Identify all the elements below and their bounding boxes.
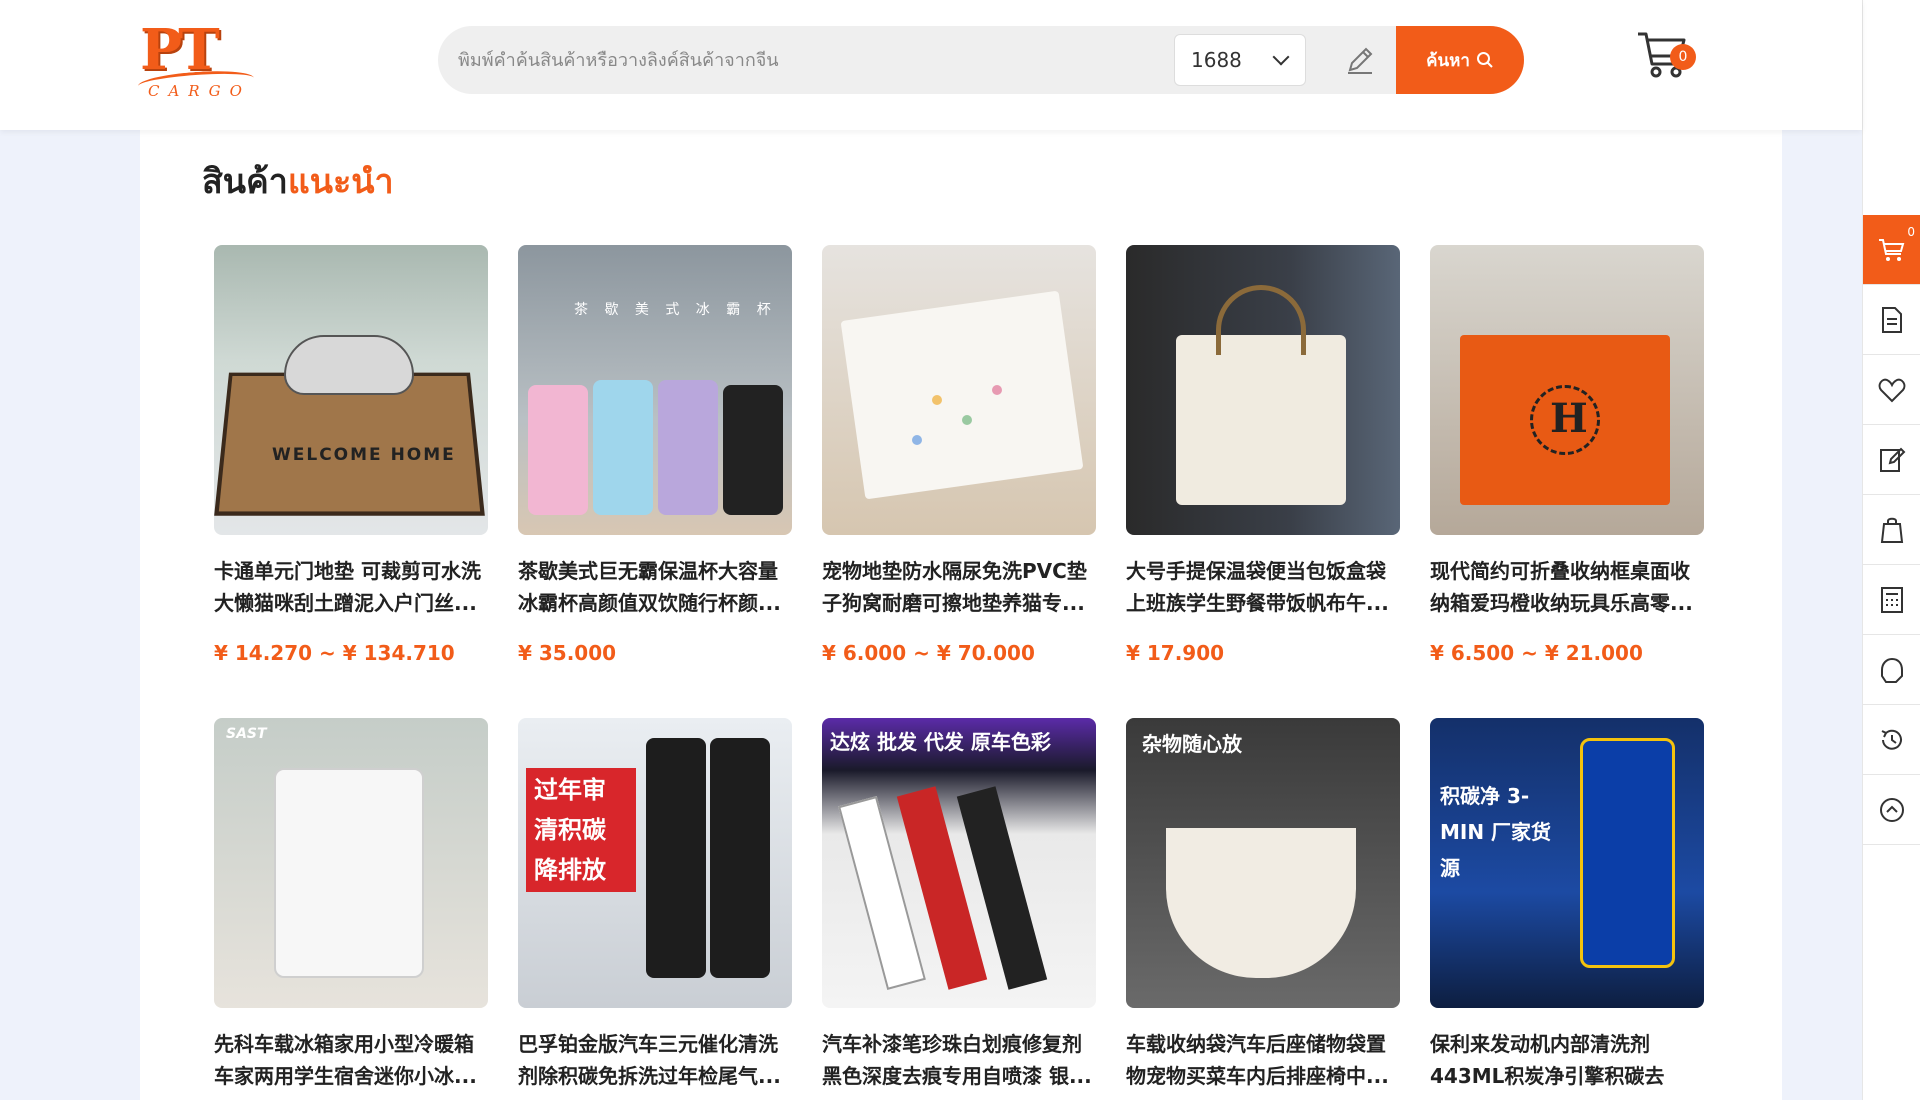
chevron-down-icon	[1272, 48, 1290, 66]
image-caption: 达炫 批发 代发 原车色彩	[830, 730, 1051, 754]
product-card[interactable]: WELCOME HOME 卡通单元门地垫 可裁剪可水洗大懒猫咪刮土蹭泥入户门丝.…	[214, 245, 488, 665]
pencil-icon	[1348, 47, 1373, 74]
sidebar-favorites[interactable]	[1863, 355, 1920, 425]
product-price: ¥ 6.500 ~ ¥ 21.000	[1430, 641, 1643, 665]
product-title[interactable]: 车载收纳袋汽车后座储物袋置物宠物买菜车内后排座椅中...	[1126, 1028, 1400, 1092]
image-caption: 过年审 清积碳 降排放	[526, 768, 636, 892]
dot	[932, 395, 942, 405]
product-title[interactable]: 现代简约可折叠收纳框桌面收纳箱爱玛橙收纳玩具乐高零...	[1430, 555, 1704, 619]
right-sidebar: 0	[1862, 0, 1920, 1100]
edit-note-icon	[1880, 447, 1906, 472]
product-card[interactable]: 茶 歇 美 式 冰 霸 杯 茶歇美式巨无霸保温杯大容量冰霸杯高颜值双饮随行杯颜.…	[518, 245, 792, 665]
product-price: ¥ 6.000 ~ ¥ 70.000	[822, 641, 1035, 665]
product-card[interactable]: 达炫 批发 代发 原车色彩 汽车补漆笔珍珠白划痕修复剂黑色深度去痕专用自喷漆 银…	[822, 718, 1096, 1092]
sidebar-edit[interactable]	[1863, 425, 1920, 495]
cleaner-bottle	[646, 738, 706, 978]
sidebar-bag[interactable]	[1863, 495, 1920, 565]
dot	[912, 435, 922, 445]
cat-shape	[284, 335, 414, 395]
product-image[interactable]	[1126, 245, 1400, 535]
sidebar-support[interactable]	[1863, 635, 1920, 705]
product-image[interactable]: 积碳净 3-MIN 厂家货源	[1430, 718, 1704, 1008]
storage-bag-shape	[1166, 828, 1356, 978]
calculator-icon	[1881, 586, 1903, 613]
document-icon	[1882, 306, 1902, 333]
product-card[interactable]: 宠物地垫防水隔尿免洗PVC垫子狗窝耐磨可擦地垫养猫专... ¥ 6.000 ~ …	[822, 245, 1096, 665]
mini-fridge-shape	[274, 768, 424, 978]
section-title: สินค้าแนะนำ	[202, 154, 394, 208]
main-panel: สินค้าแนะนำ WELCOME HOME 卡通单元门地垫 可裁剪可水洗大…	[140, 130, 1782, 1100]
section-title-part2: แนะนำ	[287, 162, 394, 202]
support-icon	[1881, 657, 1903, 683]
tumbler-pink	[528, 385, 588, 515]
sidebar-cart-badge: 0	[1907, 225, 1915, 239]
edit-pencil-button[interactable]	[1336, 36, 1384, 84]
tumbler-purple	[658, 380, 718, 515]
product-title[interactable]: 卡通单元门地垫 可裁剪可水洗大懒猫咪刮土蹭泥入户门丝...	[214, 555, 488, 619]
tumbler-blue	[593, 380, 653, 515]
search-button-label: ค้นหา	[1426, 50, 1470, 71]
source-select-value: 1688	[1191, 48, 1242, 72]
search-button[interactable]: ค้นหา	[1396, 26, 1524, 94]
image-caption: WELCOME HOME	[272, 445, 456, 465]
product-price: ¥ 35.000	[518, 641, 617, 665]
product-price: ¥ 14.270 ~ ¥ 134.710	[214, 641, 455, 665]
cleaner-bottle	[710, 738, 770, 978]
product-image[interactable]: SAST	[214, 718, 488, 1008]
product-title[interactable]: 保利来发动机内部清洗剂443ML积炭净引擎积碳去除...	[1430, 1028, 1704, 1092]
sidebar-orders[interactable]	[1863, 285, 1920, 355]
sidebar-calculator[interactable]	[1863, 565, 1920, 635]
product-title[interactable]: 大号手提保温袋便当包饭盒袋上班族学生野餐带饭帆布午...	[1126, 555, 1400, 619]
product-card[interactable]: H 现代简约可折叠收纳框桌面收纳箱爱玛橙收纳玩具乐高零... ¥ 6.500 ~…	[1430, 245, 1704, 665]
sidebar-history[interactable]	[1863, 705, 1920, 775]
bag-icon	[1880, 517, 1904, 543]
section-title-part1: สินค้า	[202, 162, 288, 202]
product-title[interactable]: 巴孚铂金版汽车三元催化清洗剂除积碳免拆洗过年检尾气...	[518, 1028, 792, 1092]
product-image[interactable]: 茶 歇 美 式 冰 霸 杯	[518, 245, 792, 535]
lunch-bag-shape	[1176, 335, 1346, 505]
logo-subtext: CARGO	[148, 82, 251, 100]
product-title[interactable]: 宠物地垫防水隔尿免洗PVC垫子狗窝耐磨可擦地垫养猫专...	[822, 555, 1096, 619]
history-icon	[1881, 729, 1902, 750]
product-title[interactable]: 汽车补漆笔珍珠白划痕修复剂黑色深度去痕专用自喷漆 银...	[822, 1028, 1096, 1092]
engine-cleaner-can	[1580, 738, 1675, 968]
sidebar-scroll-top[interactable]	[1863, 775, 1920, 845]
product-card[interactable]: 积碳净 3-MIN 厂家货源 保利来发动机内部清洗剂443ML积炭净引擎积碳去除…	[1430, 718, 1704, 1092]
product-image[interactable]: WELCOME HOME	[214, 245, 488, 535]
product-image[interactable]	[822, 245, 1096, 535]
product-image[interactable]: 过年审 清积碳 降排放	[518, 718, 792, 1008]
source-select[interactable]: 1688	[1174, 34, 1306, 86]
product-image[interactable]: 达炫 批发 代发 原车色彩	[822, 718, 1096, 1008]
chevron-up-circle-icon	[1880, 797, 1904, 822]
dot	[992, 385, 1002, 395]
bag-handle	[1216, 285, 1306, 355]
image-caption: 茶 歇 美 式 冰 霸 杯	[574, 302, 777, 318]
image-caption: 积碳净 3-MIN 厂家货源	[1440, 784, 1552, 880]
search-input[interactable]	[458, 26, 1158, 94]
product-card[interactable]: 过年审 清积碳 降排放 巴孚铂金版汽车三元催化清洗剂除积碳免拆洗过年检尾气...	[518, 718, 792, 1092]
sidebar-cart[interactable]: 0	[1863, 215, 1920, 285]
image-caption: H	[1550, 395, 1588, 442]
product-card[interactable]: SAST 先科车载冰箱家用小型冷暖箱车家两用学生宿舍迷你小冰...	[214, 718, 488, 1092]
product-image[interactable]: H	[1430, 245, 1704, 535]
pt-cargo-logo[interactable]: PT CARGO	[137, 20, 255, 100]
product-title[interactable]: 先科车载冰箱家用小型冷暖箱车家两用学生宿舍迷你小冰...	[214, 1028, 488, 1092]
product-card[interactable]: 杂物随心放 车载收纳袋汽车后座储物袋置物宠物买菜车内后排座椅中...	[1126, 718, 1400, 1092]
top-header: PT CARGO 1688 ค้นหา	[0, 0, 1862, 130]
cart-count-badge: 0	[1670, 44, 1696, 70]
search-icon	[1476, 52, 1493, 68]
dot	[962, 415, 972, 425]
search-bar: 1688 ค้นหา	[438, 26, 1524, 94]
product-card[interactable]: 大号手提保温袋便当包饭盒袋上班族学生野餐带饭帆布午... ¥ 17.900	[1126, 245, 1400, 665]
pet-mat-shape	[840, 290, 1084, 500]
tumbler-black	[723, 385, 783, 515]
product-price: ¥ 17.900	[1126, 641, 1225, 665]
heart-icon	[1878, 378, 1906, 402]
image-caption: SAST	[226, 726, 267, 742]
product-title[interactable]: 茶歇美式巨无霸保温杯大容量冰霸杯高颜值双饮随行杯颜...	[518, 555, 792, 619]
cart-icon	[1879, 238, 1905, 261]
product-image[interactable]: 杂物随心放	[1126, 718, 1400, 1008]
image-caption: 杂物随心放	[1142, 732, 1242, 756]
